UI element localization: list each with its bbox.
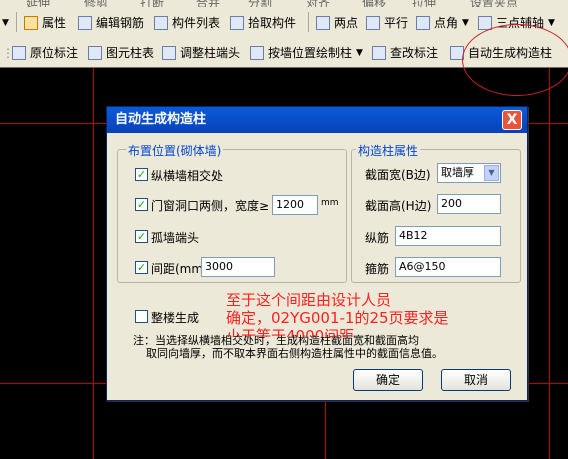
pick-component-label: 拾取构件 — [248, 16, 297, 30]
chevron-down-icon[interactable]: ▼ — [484, 165, 499, 181]
wall-draw-column-icon — [250, 45, 264, 60]
parallel-label: 平行 — [384, 16, 409, 30]
toolbar-separator — [16, 12, 17, 32]
annotation-line-2: 确定，02YG001-1的25页要求是 — [226, 309, 449, 327]
pick-component-button[interactable]: 拾取构件 — [230, 7, 296, 38]
height-input[interactable]: 200 — [437, 194, 501, 214]
property-label: 属性 — [42, 16, 67, 30]
window-label: 门窗洞口两侧，宽度≥ — [151, 199, 270, 213]
chevron-down-icon[interactable]: ▼ — [356, 48, 363, 58]
check-mark-button[interactable]: 查改标注 — [372, 38, 438, 67]
grid-line — [528, 123, 568, 124]
cross-checkbox[interactable]: ✓ — [135, 168, 148, 181]
whole-floor-checkbox[interactable] — [135, 310, 148, 323]
drawing-column-table-icon — [88, 45, 102, 60]
two-point-icon — [316, 15, 330, 30]
stirrup-label: 箍筋 — [365, 262, 390, 276]
origin-mark-icon — [12, 45, 26, 60]
annotation-line-3: 小于等于4000间距 — [226, 327, 355, 337]
two-point-label: 两点 — [334, 16, 359, 30]
drawing-column-table-label: 图元柱表 — [106, 46, 155, 60]
width-select[interactable]: 取墙厚 ▼ — [437, 163, 501, 183]
note-line-2: 取同向墙厚，而不取本界面右侧构造柱属性中的截面信息值。 — [146, 347, 443, 360]
width-select-value: 取墙厚 — [441, 166, 474, 179]
property-button[interactable]: 属性 — [24, 7, 66, 38]
window-checkbox[interactable]: ✓ — [135, 198, 148, 211]
list-icon — [154, 15, 168, 30]
parallel-icon — [366, 15, 380, 30]
isolated-checkbox[interactable]: ✓ — [135, 230, 148, 243]
edit-rebar-icon — [78, 15, 92, 30]
long-rebar-input[interactable]: 4B12 — [395, 226, 501, 246]
cancel-button[interactable]: 取消 — [441, 369, 511, 391]
grid-line — [528, 383, 568, 384]
point-angle-icon — [416, 15, 430, 30]
grid-line — [0, 123, 106, 124]
long-rebar-label: 纵筋 — [365, 231, 390, 245]
dialog-titlebar[interactable]: 自动生成构造柱 X — [107, 107, 527, 133]
grid-line — [549, 68, 550, 459]
toolbar-separator — [308, 12, 309, 32]
grid-line — [325, 401, 326, 459]
chevron-down-icon[interactable]: ▼ — [462, 18, 469, 28]
width-label: 截面宽(B边) — [365, 168, 431, 182]
adjust-column-end-button[interactable]: 调整柱端头 — [162, 38, 240, 67]
point-angle-label: 点角 — [434, 16, 459, 30]
auto-column-dialog: 自动生成构造柱 X 布置位置(砌体墙) ✓ 纵横墙相交处 ✓ 门窗洞口两侧，宽度… — [106, 106, 528, 401]
edit-rebar-label: 编辑钢筋 — [96, 16, 145, 30]
cross-label: 纵横墙相交处 — [151, 169, 224, 183]
grid-line — [0, 383, 106, 384]
origin-mark-button[interactable]: 原位标注 — [12, 38, 78, 67]
origin-mark-label: 原位标注 — [30, 46, 79, 60]
wall-draw-column-button[interactable]: 按墙位置绘制柱 ▼ — [250, 38, 363, 67]
stirrup-input[interactable]: A6@150 — [395, 257, 501, 277]
adjust-column-end-icon — [162, 45, 176, 60]
dialog-title: 自动生成构造柱 — [115, 112, 207, 127]
close-icon[interactable]: X — [502, 110, 522, 130]
two-point-button[interactable]: 两点 — [316, 7, 358, 38]
spacing-label: 间距(mm) — [151, 262, 208, 276]
isolated-label: 孤墙端头 — [151, 231, 200, 245]
check-mark-icon — [372, 45, 386, 60]
attrs-group-title: 构造柱属性 — [356, 142, 421, 159]
placement-group-title: 布置位置(砌体墙) — [126, 142, 224, 159]
spacing-input[interactable]: 3000 — [201, 257, 275, 277]
edit-rebar-button[interactable]: 编辑钢筋 — [78, 7, 144, 38]
annotation-line-1: 至于这个间距由设计人员 — [226, 291, 392, 309]
height-label: 截面高(H边) — [365, 199, 432, 213]
whole-floor-label: 整楼生成 — [151, 311, 200, 325]
check-mark-label: 查改标注 — [390, 46, 439, 60]
component-list-label: 构件列表 — [172, 16, 221, 30]
window-width-input[interactable]: 1200 — [272, 195, 318, 215]
spacing-checkbox[interactable]: ✓ — [135, 261, 148, 274]
highlight-oval — [462, 24, 568, 96]
property-icon — [24, 15, 38, 30]
wall-draw-column-label: 按墙位置绘制柱 — [268, 46, 353, 60]
window-unit-label: mm — [321, 198, 339, 208]
grid-line — [93, 68, 94, 459]
point-angle-button[interactable]: 点角 ▼ — [416, 7, 469, 38]
pick-icon — [230, 15, 244, 30]
chevron-down-icon[interactable]: ▼ — [2, 7, 9, 38]
ok-button[interactable]: 确定 — [353, 369, 423, 391]
parallel-button[interactable]: 平行 — [366, 7, 408, 38]
chevron-down-icon[interactable]: ▼ — [548, 18, 555, 28]
component-list-button[interactable]: 构件列表 — [154, 7, 220, 38]
adjust-column-end-label: 调整柱端头 — [180, 46, 241, 60]
drawing-column-table-button[interactable]: 图元柱表 — [88, 38, 154, 67]
